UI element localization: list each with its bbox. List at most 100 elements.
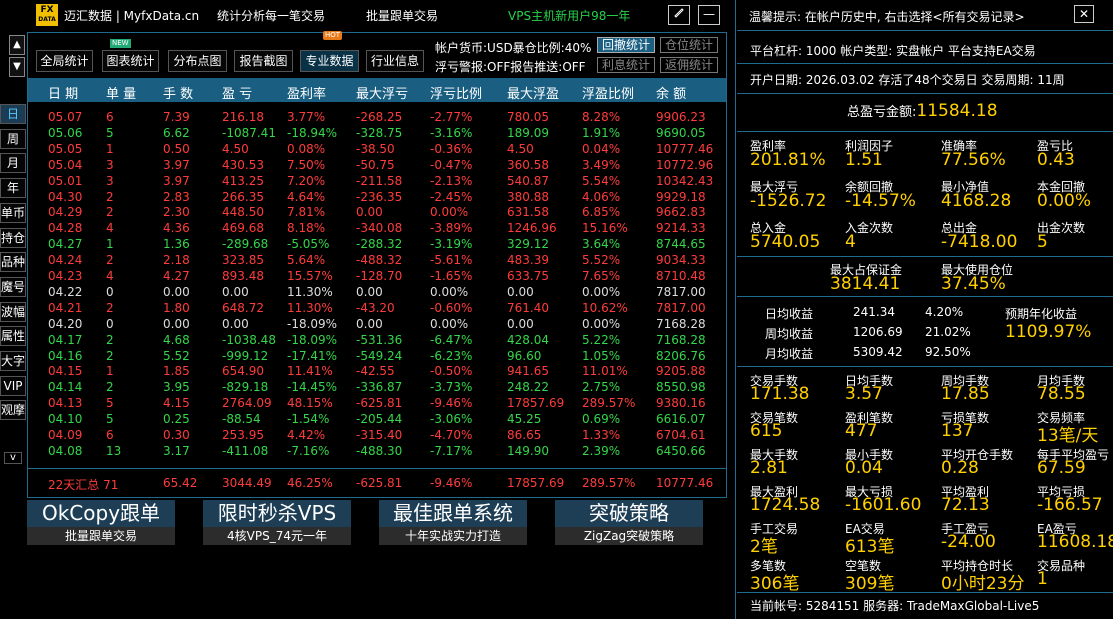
nav-item[interactable]: VIP (0, 375, 26, 396)
table-cell: -42.55 (356, 364, 395, 379)
nav-item[interactable]: 魔号 (0, 276, 26, 297)
table-cell: 0.00 (507, 284, 534, 299)
promo-subtitle[interactable]: 批量跟单交易 (27, 527, 175, 545)
table-cell: -5.05% (287, 237, 330, 252)
table-cell: 7817.00 (656, 284, 706, 299)
nav-item[interactable]: 大字 (0, 351, 26, 371)
nav-item[interactable]: 年 (0, 178, 26, 199)
table-cell: 413.25 (222, 173, 264, 188)
column-header[interactable]: 最大浮盈 (507, 83, 559, 102)
scroll-up-button[interactable]: ▲ (9, 35, 25, 55)
vps-promo-link[interactable]: VPS主机新用户98一年 (508, 7, 630, 24)
column-header[interactable]: 浮亏比例 (430, 83, 482, 102)
column-header[interactable]: 单 量 (106, 83, 136, 102)
nav-item[interactable]: 波幅 (0, 301, 26, 322)
stat-value: 67.59 (1037, 458, 1086, 478)
column-header[interactable]: 手 数 (163, 83, 193, 102)
table-cell: 2 (106, 380, 114, 395)
nav-more-button[interactable]: v (4, 452, 22, 464)
table-cell: 11.01% (582, 364, 628, 379)
table-cell: 3.49% (582, 157, 621, 172)
table-cell: 5 (106, 396, 114, 411)
column-header[interactable]: 余 额 (656, 83, 686, 102)
toolbar-button-4[interactable]: 专业数据 (300, 50, 359, 72)
toolbar-button-0[interactable]: 全局统计 (36, 50, 93, 72)
table-cell: -236.35 (356, 189, 403, 204)
table-cell: 05.05 (48, 141, 83, 156)
stat-value: 4168.28 (941, 191, 1012, 211)
table-cell: 11.30% (287, 300, 333, 315)
summary-cell: -9.46% (430, 476, 473, 490)
toolbar-button-3[interactable]: 报告截图 (234, 50, 293, 72)
table-cell: -3.06% (430, 412, 473, 427)
promo-subtitle[interactable]: ZigZag突破策略 (555, 527, 703, 545)
table-cell: -3.19% (430, 237, 473, 252)
summary-divider (28, 468, 726, 469)
stat-value: -166.57 (1037, 495, 1103, 515)
table-cell: 04.23 (48, 269, 83, 283)
table-cell: -4.70% (430, 428, 473, 442)
table-cell: -340.08 (356, 221, 403, 236)
account-server-line: 当前帐号: 5284151 服务器: TradeMaxGlobal-Live5 (750, 599, 1040, 613)
nav-item[interactable]: 属性 (0, 326, 26, 347)
table-cell: 9380.16 (656, 396, 706, 411)
nav-item[interactable]: 日 (0, 104, 26, 124)
close-button[interactable]: ✕ (1074, 5, 1094, 23)
table-cell: 1.91% (582, 125, 621, 140)
summary-cell: 10777.46 (656, 476, 714, 490)
promo-subtitle[interactable]: 4核VPS_74元一年 (203, 527, 351, 545)
table-cell: 04.14 (48, 380, 83, 395)
table-cell: 04.13 (48, 396, 83, 411)
nav-item[interactable]: 持仓 (0, 227, 26, 248)
stat-value: 5 (1037, 232, 1048, 252)
summary-cell: 65.42 (163, 476, 198, 490)
table-cell: -315.40 (356, 428, 403, 442)
drawdown-stats-button[interactable]: 回撤统计 (597, 37, 655, 53)
stat-value: 1 (1037, 569, 1048, 589)
toolbar-button-1[interactable]: 图表统计 (102, 50, 159, 72)
table-cell: 7.50% (287, 157, 326, 172)
table-cell: 4.64% (287, 189, 326, 204)
table-cell: 323.85 (222, 253, 264, 268)
column-header[interactable]: 浮盈比例 (582, 83, 634, 102)
table-cell: -38.50 (356, 141, 395, 156)
stat-value: 0小时23分 (941, 574, 1025, 594)
interest-stats-button[interactable]: 利息统计 (597, 57, 655, 73)
scroll-down-button[interactable]: ▼ (9, 57, 25, 77)
summary-cell: 22天汇总 71 (48, 478, 119, 492)
toolbar-button-2[interactable]: 分布点图 (168, 50, 227, 72)
table-cell: -3.73% (430, 380, 473, 395)
nav-item[interactable]: 周 (0, 128, 26, 149)
table-cell: 0.08% (287, 141, 326, 156)
promo-banner[interactable]: 限时秒杀VPS (203, 500, 351, 527)
table-cell: 8206.76 (656, 348, 706, 363)
copy-trade-link[interactable]: 批量跟单交易 (366, 7, 438, 24)
promo-banner[interactable]: 突破策略 (555, 500, 703, 527)
table-cell: 1.36 (163, 237, 190, 252)
table-cell: 4.27 (163, 269, 190, 283)
nav-item[interactable]: 单币 (0, 202, 26, 223)
promo-banner[interactable]: OkCopy跟单 (27, 500, 175, 527)
table-cell: 6 (106, 428, 114, 442)
minimize-button[interactable]: — (698, 5, 720, 25)
column-header[interactable]: 日 期 (48, 83, 78, 102)
edit-button[interactable] (668, 5, 690, 25)
position-stats-button[interactable]: 仓位统计 (660, 37, 718, 53)
promo-subtitle[interactable]: 十年实战实力打造 (379, 527, 527, 545)
table-cell: -328.75 (356, 125, 403, 140)
column-header[interactable]: 盈利率 (287, 83, 326, 102)
column-header[interactable]: 最大浮亏 (356, 83, 408, 102)
logo: FX DATA (36, 4, 58, 26)
table-cell: 04.20 (48, 316, 83, 331)
nav-item[interactable]: 品种 (0, 252, 26, 273)
nav-item[interactable]: 观摩 (0, 400, 26, 421)
table-cell: 1.85 (163, 364, 190, 379)
stat-value: 477 (845, 421, 878, 441)
toolbar-button-5[interactable]: 行业信息 (366, 50, 424, 72)
rebate-stats-button[interactable]: 返佣统计 (660, 57, 718, 73)
promo-banner[interactable]: 最佳跟单系统 (379, 500, 527, 527)
table-cell: 86.65 (507, 428, 542, 442)
column-header[interactable]: 盈 亏 (222, 83, 252, 102)
nav-item[interactable]: 月 (0, 153, 26, 174)
table-cell: 4.42% (287, 428, 326, 442)
